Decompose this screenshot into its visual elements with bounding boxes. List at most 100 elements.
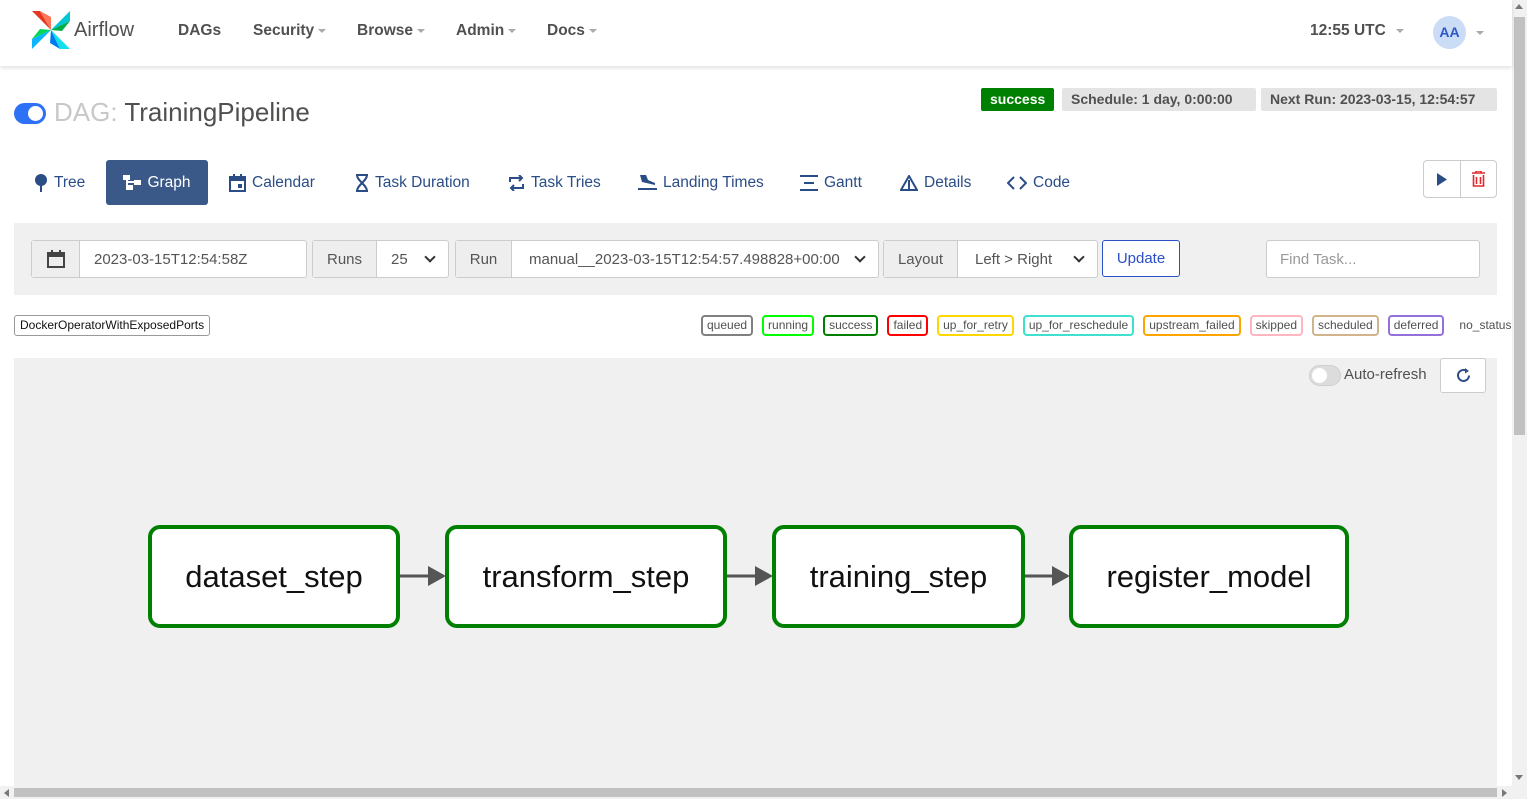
tab-graph[interactable]: Graph [106,160,208,205]
brand-name[interactable]: Airflow [74,19,134,42]
tab-task-tries-label: Task Tries [531,173,601,191]
runs-select[interactable]: 25 [377,241,448,277]
runs-label: Runs [313,241,377,277]
user-avatar[interactable]: AA [1433,16,1466,49]
chevron-down-icon [424,251,436,263]
dag-pause-toggle[interactable] [14,103,46,124]
graph-canvas[interactable]: Auto-refresh dataset_step transform_step… [14,358,1497,786]
triangle-icon [900,174,918,191]
layout-value: Left > Right [975,250,1053,268]
execution-date-group: 2023-03-15T12:54:58Z [31,240,307,278]
calendar-icon [229,173,246,192]
state-legend: queued running success failed up_for_ret… [701,315,1518,336]
nav-docs[interactable]: Docs [547,22,597,40]
state-skipped[interactable]: skipped [1249,315,1303,336]
tab-code-label: Code [1033,173,1071,191]
state-up-for-retry[interactable]: up_for_retry [937,315,1014,336]
plane-landing-icon [638,175,657,190]
state-deferred[interactable]: deferred [1387,315,1445,336]
airflow-logo-icon[interactable] [30,9,72,51]
layout-label: Layout [884,241,958,277]
tab-code[interactable]: Code [997,160,1080,205]
nav-security[interactable]: Security [253,22,327,40]
tab-task-tries[interactable]: Task Tries [498,160,611,205]
play-icon [1437,172,1448,186]
state-running[interactable]: running [762,315,815,336]
task-node-dataset-step[interactable]: dataset_step [148,525,400,628]
chevron-down-icon [417,28,425,33]
code-icon [1007,175,1027,190]
nav-admin-label: Admin [456,22,505,39]
tab-details[interactable]: Details [890,160,981,205]
tab-gantt[interactable]: Gantt [790,160,872,205]
nav-dags-label: DAGs [178,22,222,39]
edge-transform-to-training [727,566,773,586]
tree-icon [35,173,47,192]
graph-icon [123,174,142,190]
calendar-icon [46,250,65,268]
nav-dags[interactable]: DAGs [178,22,221,40]
nav-browse-label: Browse [357,22,413,39]
tab-tree[interactable]: Tree [24,160,95,205]
run-select[interactable]: manual__2023-03-15T12:54:57.498828+00:00 [512,241,878,277]
runs-group: Runs 25 [312,240,449,278]
horizontal-scrollbar-thumb[interactable] [14,788,1497,797]
state-queued[interactable]: queued [701,315,754,336]
layout-select[interactable]: Left > Right [958,241,1097,277]
run-label: Run [456,241,512,277]
find-task-input[interactable]: Find Task... [1266,240,1480,278]
tab-calendar-label: Calendar [252,173,315,191]
tab-graph-label: Graph [147,173,191,191]
tab-landing-times[interactable]: Landing Times [628,160,774,205]
update-button[interactable]: Update [1102,240,1180,277]
page-title: DAG: TrainingPipeline [54,97,310,128]
chevron-down-icon [318,28,327,33]
task-node-training-step[interactable]: training_step [772,525,1025,628]
chevron-down-icon [588,28,597,33]
execution-date-input[interactable]: 2023-03-15T12:54:58Z [80,241,306,277]
run-value: manual__2023-03-15T12:54:57.498828+00:00 [529,250,840,268]
status-badge: success [981,88,1055,111]
tab-task-duration-label: Task Duration [375,173,470,191]
scroll-up-arrow-icon[interactable] [1515,4,1523,9]
tab-calendar[interactable]: Calendar [219,160,325,205]
task-node-register-model[interactable]: register_model [1069,525,1349,628]
state-success[interactable]: success [823,315,879,336]
layout-group: Layout Left > Right [883,240,1098,278]
run-group: Run manual__2023-03-15T12:54:57.498828+0… [455,240,879,278]
graph-controls-bar: 2023-03-15T12:54:58Z Runs 25 Run manual_… [14,223,1497,295]
state-failed[interactable]: failed [887,315,929,336]
dag-name: TrainingPipeline [124,97,310,127]
state-no-status[interactable]: no_status [1453,315,1518,336]
clock-label: 12:55 UTC [1310,22,1386,39]
edge-dataset-to-transform [400,566,446,586]
runs-value: 25 [391,250,408,268]
tab-task-duration[interactable]: Task Duration [345,160,480,205]
nav-admin[interactable]: Admin [456,22,517,40]
gantt-icon [800,174,818,191]
scroll-left-arrow-icon[interactable] [4,789,9,797]
dag-actions [1423,160,1497,198]
utc-clock[interactable]: 12:55 UTC [1310,22,1404,40]
dag-prefix: DAG: [54,97,118,127]
calendar-picker-button[interactable] [32,241,80,277]
chevron-down-icon[interactable] [1476,31,1484,35]
edge-training-to-register [1024,566,1070,586]
tab-landing-times-label: Landing Times [663,173,764,191]
top-navbar: Airflow DAGs Security Browse Admin Docs … [0,0,1512,66]
tab-gantt-label: Gantt [824,173,862,191]
trigger-dag-button[interactable] [1424,161,1460,197]
nav-browse[interactable]: Browse [357,22,425,40]
scroll-right-arrow-icon[interactable] [1502,789,1507,797]
delete-dag-button[interactable] [1459,161,1497,197]
next-run-badge: Next Run: 2023-03-15, 12:54:57 [1261,88,1497,111]
vertical-scrollbar-thumb[interactable] [1514,17,1525,435]
operator-legend[interactable]: DockerOperatorWithExposedPorts [14,315,211,336]
state-upstream-failed[interactable]: upstream_failed [1143,315,1241,336]
state-scheduled[interactable]: scheduled [1312,315,1379,336]
state-up-for-reschedule[interactable]: up_for_reschedule [1022,315,1135,336]
scroll-down-arrow-icon[interactable] [1515,775,1523,780]
task-node-transform-step[interactable]: transform_step [445,525,727,628]
chevron-down-icon [854,251,866,263]
chevron-down-icon [1073,251,1085,263]
